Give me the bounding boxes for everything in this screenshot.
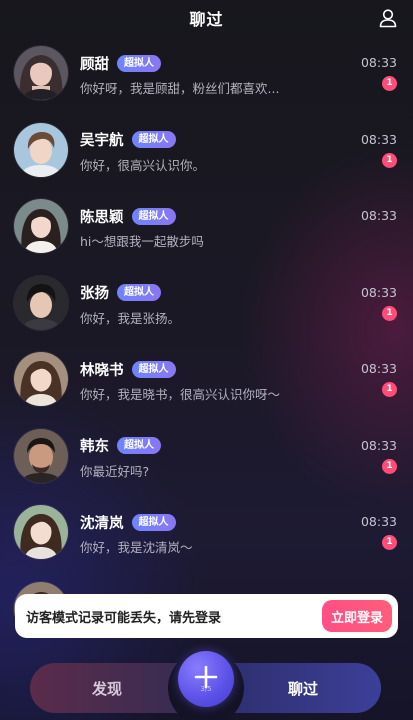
message-preview: hi～想跟我一起散步吗 [80, 234, 204, 249]
ai-badge: 超拟人 [131, 360, 176, 378]
message-preview: 你好，我是晓书，很高兴认识你呀～ [80, 387, 281, 402]
unread-badge: 1 [382, 152, 397, 168]
login-button[interactable]: 立即登录 [321, 600, 392, 632]
ai-badge: 超拟人 [131, 207, 176, 225]
contact-name: 张扬 [80, 286, 109, 302]
name-row: 顾甜 超拟人 [80, 53, 161, 73]
message-time: 08:33 [360, 284, 397, 300]
create-button[interactable]: 3/5 [178, 651, 234, 707]
message-preview: 你好，很高兴认识你。 [80, 157, 206, 173]
message-time: 08:33 [360, 514, 397, 529]
avatar [14, 505, 68, 559]
message-time: 08:33 [360, 55, 397, 70]
message-time: 08:33 [360, 131, 397, 147]
ai-badge: 超拟人 [131, 131, 176, 148]
ai-badge: 超拟人 [117, 437, 161, 454]
unread-badge: 1 [382, 382, 397, 397]
ai-badge: 超拟人 [117, 284, 161, 301]
create-counter: 3/5 [200, 685, 212, 693]
chat-item[interactable]: 沈清岚 超拟人 你好，我是沈清岚～ 08:33 1 [0, 495, 413, 572]
contact-name: 吴宇航 [80, 133, 124, 149]
chat-item[interactable]: 吴宇航 超拟人 你好，很高兴认识你。 08:33 1 [0, 113, 413, 190]
name-row: 林晓书 超拟人 [80, 359, 176, 379]
page-title: 聊过 [189, 10, 224, 29]
chat-item[interactable]: 韩东 超拟人 你最近好吗? 08:33 1 [0, 419, 413, 496]
avatar [14, 352, 68, 406]
ai-badge: 超拟人 [117, 54, 161, 72]
message-preview: 你最近好吗? [80, 463, 150, 479]
chat-item[interactable]: 陈思颖 超拟人 hi～想跟我一起散步吗 08:33 [0, 189, 413, 266]
unread-badge: 1 [382, 535, 397, 550]
avatar [14, 46, 68, 100]
message-time: 08:33 [360, 208, 397, 223]
chat-item[interactable]: 张扬 超拟人 你好，我是张扬。 08:33 1 [0, 266, 413, 343]
unread-badge: 1 [382, 458, 397, 474]
chat-list[interactable]: 顾甜 超拟人 你好呀，我是顾甜，粉丝们都喜欢... 08:33 1 吴宇航 超拟… [0, 36, 413, 656]
unread-badge: 1 [382, 305, 397, 321]
unread-badge: 1 [382, 76, 397, 91]
name-row: 吴宇航 超拟人 [80, 130, 176, 150]
tab-chat-label: 聊过 [288, 679, 319, 698]
avatar [14, 428, 68, 483]
contact-name: 沈清岚 [80, 515, 124, 532]
avatar [14, 275, 68, 330]
name-row: 沈清岚 超拟人 [80, 512, 176, 532]
contact-name: 顾甜 [80, 56, 109, 73]
name-row: 陈思颖 超拟人 [80, 206, 176, 226]
guest-login-banner: 访客模式记录可能丢失，请先登录 立即登录 [15, 594, 398, 638]
message-preview: 你好呀，我是顾甜，粉丝们都喜欢... [80, 81, 280, 96]
profile-icon[interactable] [377, 7, 399, 29]
avatar [14, 122, 68, 177]
message-preview: 你好，我是沈清岚～ [80, 540, 193, 555]
name-row: 张扬 超拟人 [80, 283, 161, 303]
message-preview: 你好，我是张扬。 [80, 310, 181, 326]
chat-item[interactable]: 顾甜 超拟人 你好呀，我是顾甜，粉丝们都喜欢... 08:33 1 [0, 36, 413, 113]
avatar [14, 199, 68, 253]
message-time: 08:33 [360, 437, 397, 453]
chat-item[interactable]: 林晓书 超拟人 你好，我是晓书，很高兴认识你呀～ 08:33 1 [0, 342, 413, 419]
contact-name: 韩东 [80, 439, 109, 455]
contact-name: 林晓书 [80, 362, 124, 379]
top-bar: 聊过 [0, 0, 413, 36]
contact-name: 陈思颖 [80, 209, 124, 226]
bottom-nav: 发现 聊过 3/5 [0, 650, 413, 720]
plus-icon [194, 665, 218, 689]
guest-warning-text: 访客模式记录可能丢失，请先登录 [26, 610, 222, 626]
name-row: 韩东 超拟人 [80, 436, 161, 456]
ai-badge: 超拟人 [131, 513, 176, 531]
tab-discover-label: 发现 [92, 679, 123, 698]
message-time: 08:33 [360, 361, 397, 376]
